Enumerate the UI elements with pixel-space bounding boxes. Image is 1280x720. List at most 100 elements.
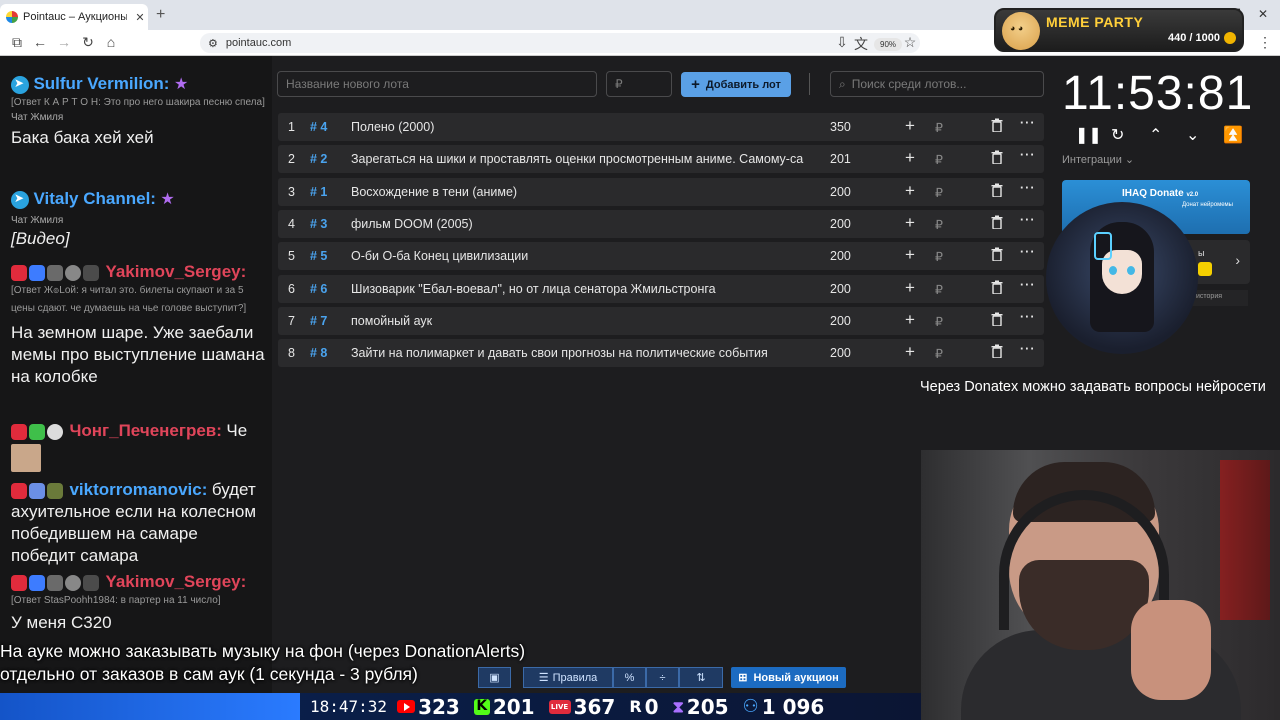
more-options-icon[interactable]: ···	[1020, 310, 1036, 324]
lot-row[interactable]: 3 # 1 Восхождение в тени (аниме) 200 + ₽ ···	[278, 177, 1044, 206]
lot-amount[interactable]: 201	[830, 152, 851, 166]
percent-button[interactable]: %	[613, 667, 646, 688]
chevron-down-icon[interactable]: ⌄	[1186, 125, 1199, 145]
lot-amount[interactable]: 200	[830, 217, 851, 231]
lot-id[interactable]: # 6	[310, 282, 327, 296]
lot-search-input[interactable]: ⌕ Поиск среди лотов...	[830, 71, 1044, 97]
rules-button[interactable]: ☰ Правила	[523, 667, 613, 688]
lot-amount[interactable]: 200	[830, 282, 851, 296]
new-auction-button[interactable]: ⊞ Новый аукцион	[731, 667, 846, 688]
add-amount-icon[interactable]: +	[905, 213, 915, 233]
split-icon[interactable]: ÷	[646, 667, 679, 688]
more-options-icon[interactable]: ···	[1020, 148, 1036, 162]
forward-arrow-icon[interactable]: →	[55, 34, 73, 50]
add-lot-button[interactable]: + Добавить лот	[681, 72, 791, 97]
more-options-icon[interactable]: ···	[1020, 278, 1036, 292]
lot-amount[interactable]: 200	[830, 249, 851, 263]
lot-name[interactable]: Восхождение в тени (аниме)	[351, 185, 821, 199]
lot-row[interactable]: 7 # 7 помойный аук 200 + ₽ ···	[278, 306, 1044, 335]
lot-id[interactable]: # 7	[310, 314, 327, 328]
more-options-icon[interactable]: ···	[1020, 181, 1036, 195]
close-tab-icon[interactable]: ✕	[132, 11, 148, 24]
lot-name[interactable]: Шизоварик "Ебал-воевал", но от лица сена…	[351, 282, 821, 296]
site-info-icon[interactable]: ⚙	[208, 37, 218, 50]
lot-row[interactable]: 4 # 3 фильм DOOM (2005) 200 + ₽ ···	[278, 209, 1044, 238]
add-amount-icon[interactable]: +	[905, 278, 915, 298]
twitch-count: 205	[686, 694, 729, 719]
more-options-icon[interactable]: ···	[1020, 116, 1036, 130]
currency-icon: ₽	[935, 250, 943, 265]
lot-id[interactable]: # 8	[310, 346, 327, 360]
avatar-badge-icon	[83, 574, 99, 591]
lot-row[interactable]: 2 # 2 Зарегаться на шики и проставлять оце…	[278, 145, 1044, 174]
trash-icon[interactable]	[991, 280, 1003, 295]
sidebar-toggle-icon[interactable]: ⧉	[8, 34, 26, 51]
trash-icon[interactable]	[991, 312, 1003, 327]
lot-amount[interactable]: 200	[830, 185, 851, 199]
lot-amount[interactable]: 200	[830, 314, 851, 328]
home-icon[interactable]: ⌂	[102, 34, 120, 50]
lot-row[interactable]: 5 # 5 О-би О-ба Конец цивилизации 200 + ₽ ···	[278, 242, 1044, 271]
add-amount-icon[interactable]: +	[905, 342, 915, 362]
vk-stat: LIVE 367	[548, 695, 615, 719]
lot-name[interactable]: Полено (2000)	[351, 120, 821, 134]
download-icon[interactable]: ⇩	[833, 34, 851, 51]
lot-id[interactable]: # 2	[310, 152, 327, 166]
trash-icon[interactable]	[991, 215, 1003, 230]
reset-icon[interactable]: ↻	[1111, 125, 1124, 145]
url-field[interactable]: ⚙ pointauc.com	[200, 33, 920, 53]
more-options-icon[interactable]: ···	[1020, 342, 1036, 356]
browser-tab[interactable]: Pointauc – Аукционы, лотереи ✕	[0, 4, 148, 30]
pause-icon[interactable]: ❚❚	[1075, 125, 1102, 145]
lot-id[interactable]: # 3	[310, 217, 327, 231]
sort-icon[interactable]: ⇅	[679, 667, 723, 688]
chat-message: Sulfur Vermilion: ★ [Ответ К А Р Т О Н: …	[11, 74, 266, 149]
chat-username: Vitaly Channel:	[33, 189, 156, 208]
add-amount-icon[interactable]: +	[905, 245, 915, 265]
lot-row[interactable]: 6 # 6 Шизоварик "Ебал-воевал", но от лица …	[278, 274, 1044, 303]
new-tab-icon[interactable]: +	[156, 6, 165, 24]
more-options-icon[interactable]: ···	[1020, 245, 1036, 259]
lot-name[interactable]: Зарегаться на шики и проставлять оценки …	[351, 152, 821, 166]
meme-party-title: MEME PARTY	[1046, 14, 1144, 30]
trash-icon[interactable]	[991, 183, 1003, 198]
plus-icon: +	[691, 76, 700, 93]
lot-amount-input[interactable]: ₽	[606, 71, 672, 97]
add-amount-icon[interactable]: +	[905, 310, 915, 330]
lot-id[interactable]: # 1	[310, 185, 327, 199]
lot-id[interactable]: # 4	[310, 120, 327, 134]
menu-icon[interactable]: ⋮	[1256, 34, 1274, 51]
integrations-dropdown[interactable]: Интеграции ⌄	[1062, 153, 1134, 166]
close-window-icon[interactable]: ✕	[1258, 7, 1268, 21]
add-amount-icon[interactable]: +	[905, 116, 915, 136]
lot-row[interactable]: 8 # 8 Зайти на полимаркет и давать свои пр…	[278, 339, 1044, 368]
translate-icon[interactable]: 文	[852, 34, 870, 54]
zoom-badge[interactable]: 90%	[874, 38, 903, 51]
chevron-up-icon[interactable]: ⌃	[1149, 125, 1162, 145]
lot-row[interactable]: 1 # 4 Полено (2000) 350 + ₽ ···	[278, 113, 1044, 141]
bookmark-star-icon[interactable]: ☆	[901, 34, 919, 51]
add-amount-icon[interactable]: +	[905, 181, 915, 201]
more-options-icon[interactable]: ···	[1020, 213, 1036, 227]
lot-name[interactable]: Зайти на полимаркет и давать свои прогно…	[351, 346, 821, 360]
trash-icon[interactable]	[991, 344, 1003, 359]
back-arrow-icon[interactable]: ←	[31, 34, 49, 50]
trash-icon[interactable]	[991, 247, 1003, 262]
star-icon: ★	[160, 191, 175, 208]
double-chevron-up-icon[interactable]: ⏫	[1223, 125, 1243, 145]
history-link[interactable]: история	[1190, 290, 1248, 306]
lot-name[interactable]: фильм DOOM (2005)	[351, 217, 821, 231]
lot-amount[interactable]: 350	[830, 120, 851, 134]
new-lot-input[interactable]: Название нового лота	[277, 71, 597, 97]
trash-icon[interactable]	[991, 118, 1003, 133]
search-icon: ⌕	[839, 76, 846, 91]
trash-icon[interactable]	[991, 150, 1003, 165]
ihaq-title: IHAQ Donate	[1122, 188, 1184, 199]
add-amount-icon[interactable]: +	[905, 148, 915, 168]
lot-number: 8	[288, 346, 295, 361]
lot-name[interactable]: О-би О-ба Конец цивилизации	[351, 249, 821, 263]
lot-amount[interactable]: 200	[830, 346, 851, 360]
lot-id[interactable]: # 5	[310, 249, 327, 263]
lot-name[interactable]: помойный аук	[351, 314, 821, 328]
reload-icon[interactable]: ↻	[79, 34, 97, 51]
